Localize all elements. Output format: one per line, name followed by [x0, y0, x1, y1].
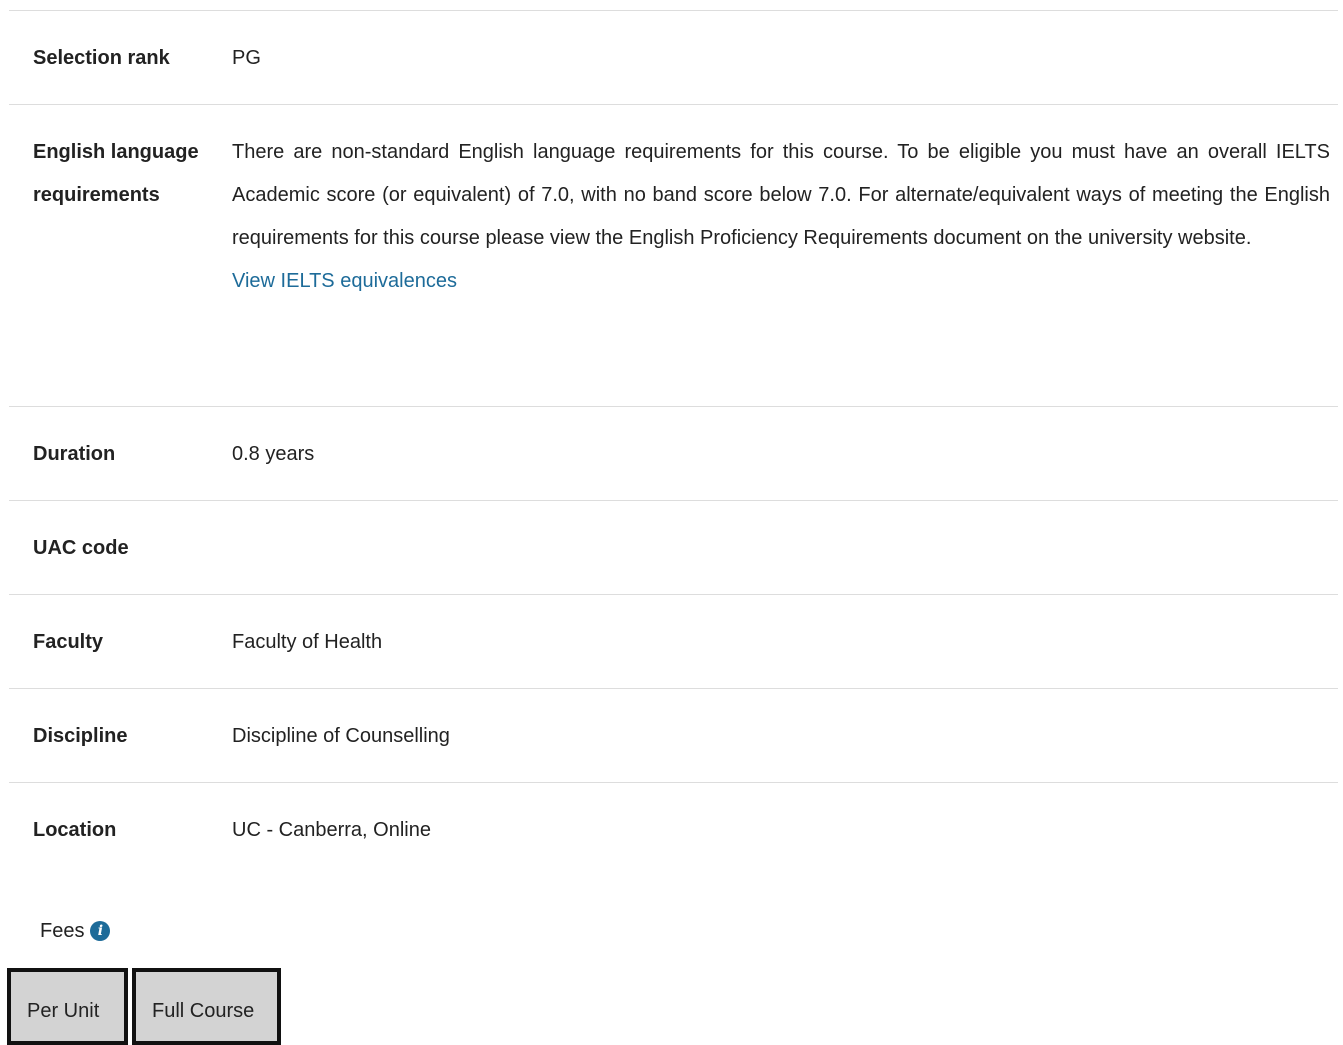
faculty-label: Faculty [33, 630, 104, 653]
row-selection-rank: Selection rank PG [9, 11, 1338, 105]
discipline-value: Discipline of Counselling [232, 724, 450, 747]
fee-tabs: Per Unit Full Course [7, 968, 281, 1045]
row-discipline: Discipline Discipline of Counselling [9, 689, 1338, 783]
fees-label: Fees [40, 920, 85, 942]
course-info-table: Selection rank PG English language requi… [9, 10, 1338, 877]
english-requirements-label-line2: requirements [33, 184, 160, 206]
faculty-value: Faculty of Health [232, 630, 383, 653]
uac-code-label: UAC code [33, 536, 129, 559]
info-icon[interactable]: i [90, 921, 111, 941]
english-requirements-value: There are non-standard English language … [232, 131, 1338, 406]
location-value: UC - Canberra, Online [232, 819, 431, 841]
view-ielts-equivalences-link[interactable]: View IELTS equivalences [232, 270, 457, 292]
duration-label: Duration [33, 442, 116, 465]
location-label: Location [33, 819, 117, 841]
tab-per-unit[interactable]: Per Unit [7, 968, 128, 1045]
row-location: Location UC - Canberra, Online [9, 783, 1338, 877]
duration-value: 0.8 years [232, 442, 315, 465]
english-requirements-label-line1: English language [33, 141, 199, 163]
english-requirements-text: There are non-standard English language … [232, 141, 1330, 249]
selection-rank-value: PG [232, 46, 261, 69]
course-details-page: Selection rank PG English language requi… [0, 0, 1343, 1045]
fees-heading: Fees i [40, 918, 111, 944]
discipline-label: Discipline [33, 724, 128, 747]
row-uac-code: UAC code [9, 501, 1338, 595]
english-requirements-label: English language requirements [9, 131, 232, 406]
tab-full-course[interactable]: Full Course [132, 968, 281, 1045]
row-english-requirements: English language requirements There are … [9, 105, 1338, 407]
row-duration: Duration 0.8 years [9, 407, 1338, 501]
selection-rank-label: Selection rank [33, 46, 170, 69]
row-faculty: Faculty Faculty of Health [9, 595, 1338, 689]
